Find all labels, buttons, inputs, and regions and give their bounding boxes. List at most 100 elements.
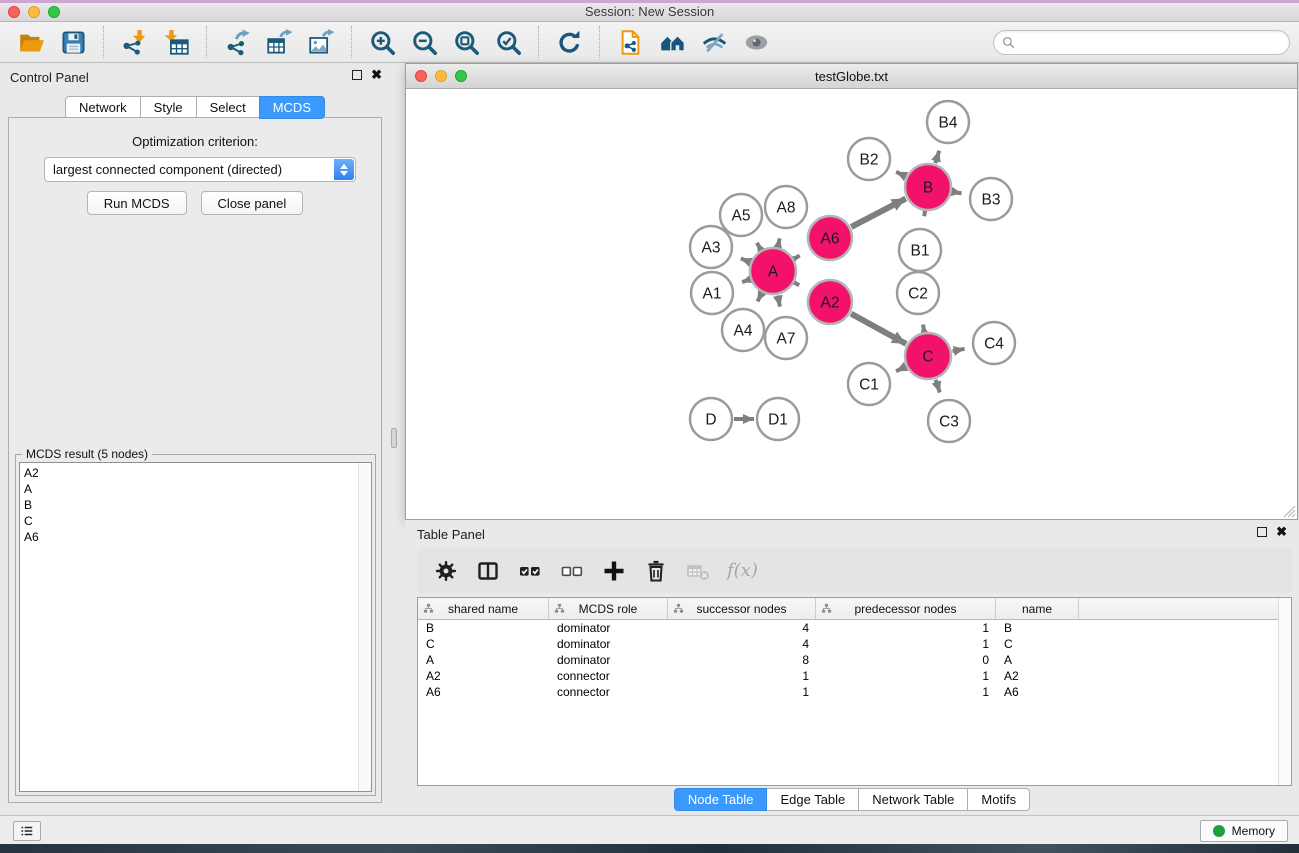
- graph-node-A2[interactable]: A2: [808, 280, 852, 324]
- control-panel: Control Panel ✖ NetworkStyleSelectMCDS O…: [0, 63, 390, 815]
- table-scrollbar[interactable]: [1278, 598, 1291, 785]
- tab-network[interactable]: Network: [65, 96, 141, 119]
- run-mcds-button[interactable]: Run MCDS: [87, 191, 187, 215]
- svg-text:D: D: [705, 412, 716, 429]
- save-session-button[interactable]: [52, 24, 94, 60]
- vertical-splitter-grip[interactable]: [391, 428, 397, 448]
- delete-columns-button[interactable]: [637, 552, 675, 590]
- zoom-out-button[interactable]: [403, 24, 445, 60]
- refresh-view-button[interactable]: [548, 24, 590, 60]
- import-network-file-button[interactable]: [113, 24, 155, 60]
- zoom-selected-button[interactable]: [487, 24, 529, 60]
- tab-select[interactable]: Select: [196, 96, 260, 119]
- mcds-result-list[interactable]: A2ABCA6: [19, 462, 372, 792]
- svg-text:C3: C3: [939, 414, 959, 431]
- table-row[interactable]: Cdominator41C: [418, 636, 1291, 652]
- mcds-result-item[interactable]: B: [24, 497, 371, 513]
- close-panel-icon[interactable]: ✖: [371, 70, 382, 80]
- column-header-shared-name[interactable]: shared name: [418, 598, 549, 619]
- criterion-dropdown[interactable]: largest connected component (directed): [44, 157, 356, 182]
- graph-node-B4[interactable]: B4: [927, 101, 969, 143]
- table-panel: Table Panel ✖ f(x) shared nameMCDS roles…: [405, 520, 1299, 815]
- show-graphics-details-button[interactable]: [735, 24, 777, 60]
- graph-edge-A-A2: [795, 283, 799, 285]
- svg-text:A: A: [768, 264, 779, 281]
- table-row[interactable]: A2connector11A2: [418, 668, 1291, 684]
- graph-edge-B-B4: [935, 151, 939, 163]
- tab-edge-table[interactable]: Edge Table: [766, 788, 859, 811]
- tab-style[interactable]: Style: [140, 96, 197, 119]
- zoom-in-button[interactable]: [361, 24, 403, 60]
- table-cell: 1: [668, 668, 816, 684]
- graph-node-D[interactable]: D: [690, 398, 732, 440]
- criterion-selected-value: largest connected component (directed): [53, 162, 282, 177]
- column-header-label: shared name: [448, 602, 518, 616]
- graph-node-A5[interactable]: A5: [720, 194, 762, 236]
- export-network-button[interactable]: [216, 24, 258, 60]
- tab-mcds[interactable]: MCDS: [259, 96, 325, 119]
- function-builder-button[interactable]: f(x): [721, 560, 758, 581]
- graph-node-B3[interactable]: B3: [970, 178, 1012, 220]
- delete-table-button[interactable]: [679, 552, 717, 590]
- tab-node-table[interactable]: Node Table: [674, 788, 768, 811]
- table-row[interactable]: A6connector11A6: [418, 684, 1291, 700]
- graph-node-D1[interactable]: D1: [757, 398, 799, 440]
- network-from-clipboard-button[interactable]: [609, 24, 651, 60]
- graph-edge-A-A6: [795, 256, 800, 259]
- graph-node-A3[interactable]: A3: [690, 226, 732, 268]
- open-session-button[interactable]: [10, 24, 52, 60]
- column-header-successor-nodes[interactable]: successor nodes: [668, 598, 816, 619]
- mcds-result-item[interactable]: A: [24, 481, 371, 497]
- graph-node-B2[interactable]: B2: [848, 138, 890, 180]
- add-column-button[interactable]: [595, 552, 633, 590]
- show-column-button[interactable]: [469, 552, 507, 590]
- table-cell: A: [996, 652, 1079, 668]
- graph-node-B1[interactable]: B1: [899, 229, 941, 271]
- import-table-file-button[interactable]: [155, 24, 197, 60]
- search-field[interactable]: [993, 30, 1290, 55]
- table-row[interactable]: Bdominator41B: [418, 620, 1291, 636]
- graph-edge-A2-C: [851, 314, 906, 344]
- table-settings-button[interactable]: [427, 552, 465, 590]
- graph-node-C1[interactable]: C1: [848, 363, 890, 405]
- graph-node-A4[interactable]: A4: [722, 309, 764, 351]
- export-image-button[interactable]: [300, 24, 342, 60]
- close-panel-button[interactable]: Close panel: [201, 191, 304, 215]
- float-panel-icon[interactable]: [352, 70, 362, 80]
- graph-node-C2[interactable]: C2: [897, 272, 939, 314]
- network-canvas-svg[interactable]: A A1A3A5A8 A4A7 A6 A2 B B2 B4B3 B1 C C2 C4 C1 C3 D D1: [407, 89, 1296, 518]
- graph-node-A1[interactable]: A1: [691, 272, 733, 314]
- close-table-panel-icon[interactable]: ✖: [1276, 527, 1287, 537]
- search-input[interactable]: [1015, 33, 1289, 53]
- graph-node-C4[interactable]: C4: [973, 322, 1015, 364]
- column-header-predecessor-nodes[interactable]: predecessor nodes: [816, 598, 996, 619]
- float-table-panel-icon[interactable]: [1257, 527, 1267, 537]
- table-row[interactable]: Adominator80A: [418, 652, 1291, 668]
- mcds-result-item[interactable]: A2: [24, 465, 371, 481]
- column-header-mcds-role[interactable]: MCDS role: [549, 598, 668, 619]
- deselect-all-rows-button[interactable]: [553, 552, 591, 590]
- select-all-rows-button[interactable]: [511, 552, 549, 590]
- graph-node-C[interactable]: C: [905, 333, 951, 379]
- graph-node-A8[interactable]: A8: [765, 186, 807, 228]
- graph-node-A6[interactable]: A6: [808, 216, 852, 260]
- tab-motifs[interactable]: Motifs: [967, 788, 1030, 811]
- graph-node-A7[interactable]: A7: [765, 317, 807, 359]
- column-header-name[interactable]: name: [996, 598, 1079, 619]
- mcds-result-item[interactable]: A6: [24, 529, 371, 545]
- network-window-titlebar[interactable]: testGlobe.txt: [406, 64, 1297, 89]
- graph-node-A[interactable]: A: [750, 248, 796, 294]
- graph-node-C3[interactable]: C3: [928, 400, 970, 442]
- export-table-button[interactable]: [258, 24, 300, 60]
- graph-edge-A-A5: [757, 243, 761, 250]
- zoom-fit-content-button[interactable]: [445, 24, 487, 60]
- hide-graphics-details-button[interactable]: [693, 24, 735, 60]
- apply-preferred-layout-button[interactable]: [651, 24, 693, 60]
- mcds-result-item[interactable]: C: [24, 513, 371, 529]
- graph-node-B[interactable]: B: [905, 164, 951, 210]
- memory-button[interactable]: Memory: [1200, 820, 1288, 842]
- tab-network-table[interactable]: Network Table: [858, 788, 968, 811]
- task-history-button[interactable]: [13, 821, 41, 841]
- window-resize-grip[interactable]: [1281, 503, 1296, 518]
- result-list-scrollbar[interactable]: [358, 463, 371, 791]
